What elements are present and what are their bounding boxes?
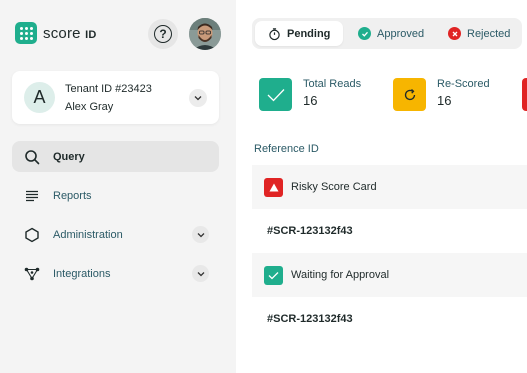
stat-partial: [522, 78, 527, 111]
chevron-down-icon[interactable]: [192, 226, 209, 243]
tab-rejected[interactable]: Rejected: [448, 21, 510, 46]
column-header-reference-id: Reference ID: [254, 143, 319, 155]
check-circle-icon: [358, 27, 371, 40]
sidebar-item-administration[interactable]: Administration: [12, 219, 219, 250]
tenant-id: Tenant ID #23423: [65, 83, 152, 95]
network-icon: [24, 266, 40, 282]
stat-value: 16: [303, 93, 318, 108]
stat-total-reads: Total Reads 16: [259, 78, 361, 111]
tab-pending[interactable]: Pending: [255, 21, 343, 46]
avatar[interactable]: [189, 18, 221, 50]
list-item[interactable]: #SCR-123132f43: [252, 209, 527, 253]
reference-id: #SCR-123132f43: [267, 313, 353, 325]
tab-label: Rejected: [467, 27, 511, 40]
sidebar-item-label: Reports: [53, 189, 92, 202]
stat-label: Re-Scored: [437, 78, 490, 90]
list-item[interactable]: #SCR-123132f43: [252, 297, 527, 341]
tab-label: Approved: [377, 27, 425, 40]
logo-text: score ID: [43, 25, 96, 42]
chevron-down-icon[interactable]: [192, 265, 209, 282]
tab-label: Pending: [287, 27, 331, 40]
logo[interactable]: score ID: [15, 22, 96, 44]
help-button[interactable]: ?: [148, 19, 178, 49]
reference-list: Risky Score Card #SCR-123132f43 Waiting …: [252, 165, 527, 341]
tenant-avatar: A: [24, 82, 55, 113]
row-title: Waiting for Approval: [291, 269, 390, 281]
tenant-card[interactable]: A Tenant ID #23423 Alex Gray: [12, 71, 219, 124]
sidebar: score ID ? A Tenant ID #23423 Alex Gray: [0, 0, 236, 373]
stat-value: 16: [437, 93, 452, 108]
list-item[interactable]: Risky Score Card: [252, 165, 527, 209]
sidebar-item-reports[interactable]: Reports: [12, 180, 219, 211]
reference-id: #SCR-123132f43: [267, 225, 353, 237]
check-icon: [259, 78, 292, 111]
logo-suffix: ID: [85, 28, 97, 41]
row-title: Risky Score Card: [291, 181, 377, 193]
list-icon: [24, 188, 40, 204]
sidebar-item-label: Administration: [53, 228, 123, 241]
tenant-user-name: Alex Gray: [65, 101, 114, 113]
stat-re-scored: Re-Scored 16: [393, 78, 490, 111]
list-item[interactable]: Waiting for Approval: [252, 253, 527, 297]
logo-icon: [15, 22, 37, 44]
check-icon: [264, 265, 283, 285]
alert-icon: [522, 78, 527, 111]
status-tabs: Pending Approved Rejected: [252, 18, 522, 49]
stat-label: Total Reads: [303, 78, 362, 90]
warning-icon: [264, 177, 283, 197]
sidebar-item-label: Query: [53, 150, 85, 163]
sidebar-item-integrations[interactable]: Integrations: [12, 258, 219, 289]
hexagon-icon: [24, 227, 40, 243]
timer-icon: [268, 27, 281, 40]
x-circle-icon: [448, 27, 461, 40]
tenant-chevron-down-icon[interactable]: [189, 89, 207, 107]
tab-approved[interactable]: Approved: [358, 21, 424, 46]
search-icon: [24, 149, 40, 165]
logo-brand: score: [43, 24, 81, 42]
help-icon: ?: [154, 25, 172, 43]
sidebar-item-label: Integrations: [53, 267, 111, 280]
sidebar-nav: Query Reports Administration Integration…: [12, 141, 219, 297]
sidebar-item-query[interactable]: Query: [12, 141, 219, 172]
refresh-icon: [393, 78, 426, 111]
